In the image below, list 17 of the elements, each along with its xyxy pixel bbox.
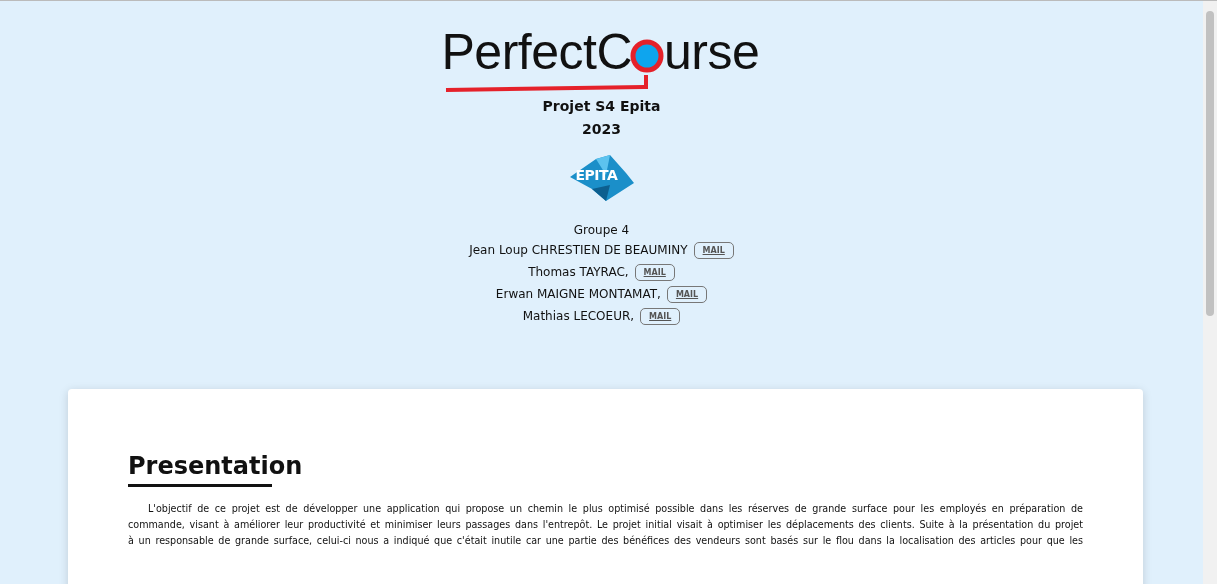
project-title: Projet S4 Epita	[542, 97, 661, 116]
mail-button[interactable]: MAIL	[666, 285, 708, 303]
presentation-paragraph: L'objectif de ce projet est de développer une application qui propose un chemin le plus optimisé possible dans les réserves de grande surface pour les employés en préparation de commande, visant à améliorer leur productivité et minimiser leurs passages dans l'entrepôt. Le projet initial visait à optimiser les déplacements des clients. Suite à la présentation du projet à un responsable de grande surface, celui-ci nous a indiqué que c'était inutile car une partie des bénéfices des vendeurs sont basés sur le flou dans la localisation des articles pour que les	[128, 502, 1083, 548]
project-year: 2023	[582, 120, 621, 139]
logo: PerfectC urse	[441, 23, 762, 95]
group-label: Groupe 4	[573, 222, 630, 239]
member-name: Mathias LECOEUR,	[522, 309, 635, 323]
scrollbar[interactable]	[1203, 1, 1217, 584]
mail-button[interactable]: MAIL	[634, 263, 675, 281]
member-name: Thomas TAYRAC,	[528, 265, 629, 279]
member-name: Erwan MAIGNE MONTAMAT,	[495, 287, 661, 301]
section-heading: Presentation	[128, 451, 303, 481]
school-logo: EPITA	[569, 155, 634, 201]
mail-button[interactable]: MAIL	[693, 241, 734, 259]
member-name: Jean Loup CHRESTIEN DE BEAUMINY	[469, 243, 688, 257]
scrollbar-thumb[interactable]	[1206, 11, 1214, 316]
mail-button[interactable]: MAIL	[640, 307, 681, 325]
